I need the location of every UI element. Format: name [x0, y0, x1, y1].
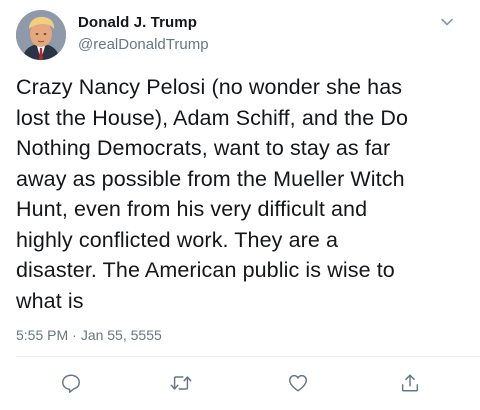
tweet-date: Jan 55, 5555 — [80, 327, 162, 343]
avatar[interactable] — [16, 10, 66, 60]
meta-separator: · — [72, 327, 77, 343]
heart-icon[interactable] — [283, 368, 313, 398]
chevron-down-icon[interactable] — [438, 13, 456, 31]
tweet-text: Crazy Nancy Pelosi (no wonder she has lo… — [16, 75, 409, 313]
divider — [16, 356, 480, 357]
share-icon[interactable] — [395, 368, 425, 398]
tweet-timestamp[interactable]: 5:55 PM · Jan 55, 5555 — [16, 327, 162, 343]
author-handle[interactable]: @realDonaldTrump — [78, 36, 209, 53]
reply-icon[interactable] — [56, 368, 86, 398]
tweet-time: 5:55 PM — [16, 327, 69, 343]
retweet-icon[interactable] — [166, 368, 196, 398]
author-name[interactable]: Donald J. Trump — [78, 14, 197, 31]
tweet-actions — [0, 368, 480, 402]
